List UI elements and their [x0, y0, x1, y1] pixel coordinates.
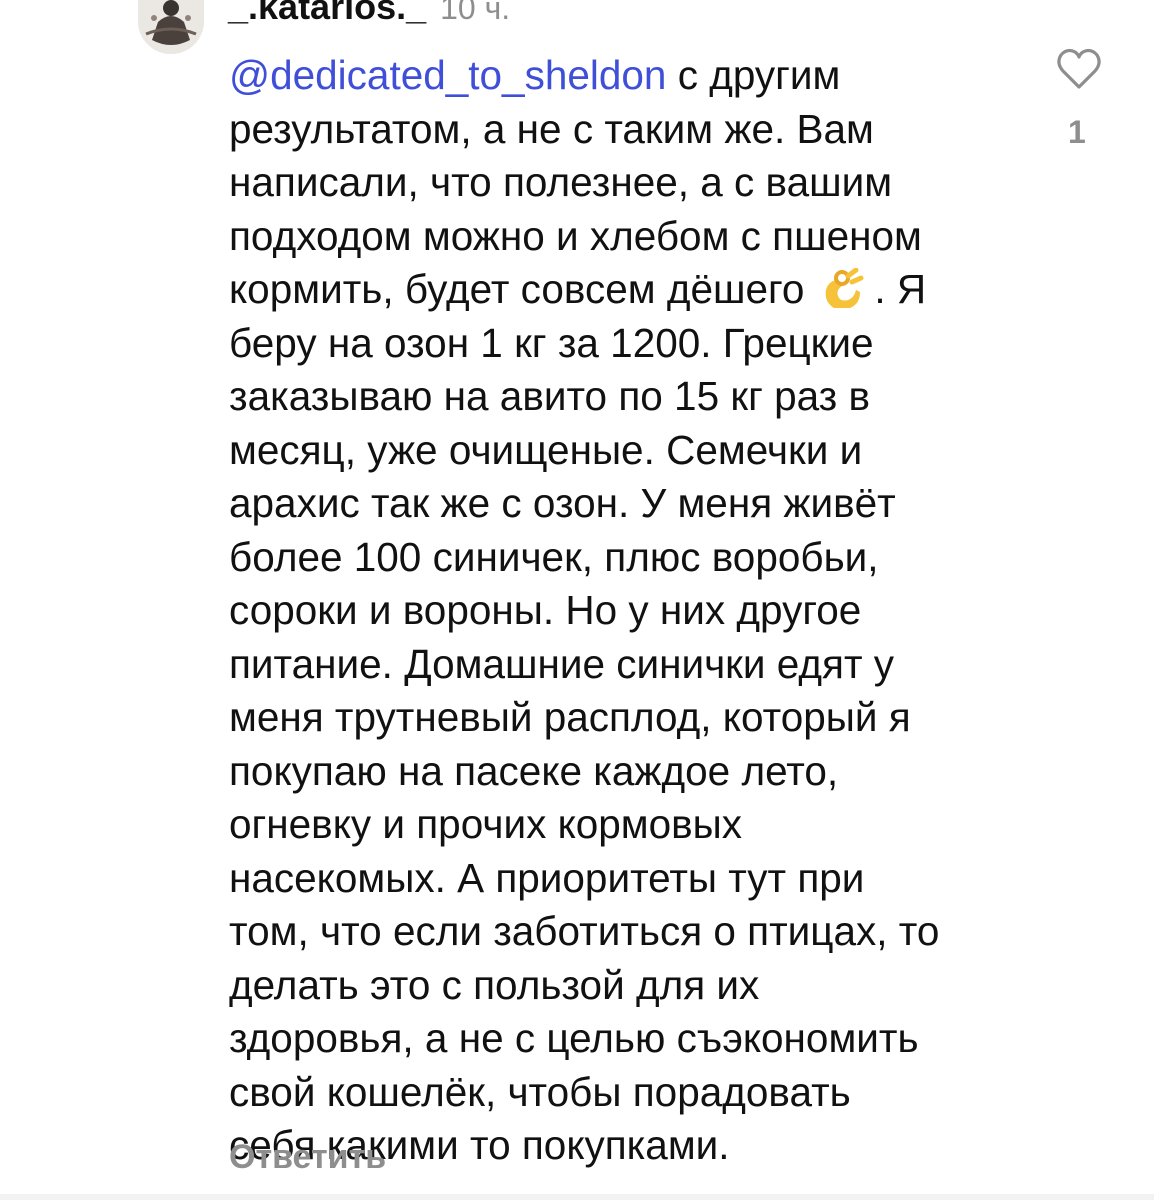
comment-line: более 100 синичек, плюс воробьи,	[229, 533, 879, 580]
comment-line: сороки и вороны. Но у них другое	[229, 587, 862, 633]
comment-line: меня трутневый расплод, который я	[229, 694, 911, 740]
reply-button[interactable]: Ответить	[229, 1138, 386, 1177]
comment-line: огневку и прочих кормовых	[229, 801, 743, 847]
comment-line: арахис так же с озон. У меня живёт	[229, 480, 896, 526]
username-link[interactable]: _.katarios._	[228, 0, 426, 28]
comment-line: насекомых. А приоритеты тут при	[229, 854, 865, 901]
heart-outline-icon	[1057, 48, 1101, 89]
comment-line: результатом, а не с таким же. Вам	[229, 105, 874, 152]
comment-line: свой кошелёк, чтобы порадовать	[229, 1068, 851, 1115]
comment-header: _.katarios._ 10 ч.	[228, 0, 510, 32]
comment-timestamp: 10 ч.	[440, 0, 511, 26]
comment-line: питание. Домашние синички едят у	[229, 640, 895, 687]
comment-line: кормить, будет совсем дёшего. Я	[229, 266, 927, 312]
comment-line: покупаю на пасеке каждое лето,	[229, 747, 839, 794]
comment-line: том, что если заботиться о птицах, то	[229, 908, 940, 954]
comment-line: заказываю на авито по 15 кг раз в	[229, 373, 871, 419]
comment-line: здоровья, а не с целью съэкономить	[229, 1015, 919, 1061]
comment-line: написали, что полезнее, а с вашим	[229, 159, 893, 205]
comment-line: делать это с пользой для их	[229, 961, 760, 1008]
comment-line: @dedicated_to_sheldon с другим	[229, 52, 841, 98]
comment-line: беру на озон 1 кг за 1200. Грецкие	[229, 319, 874, 366]
bottom-divider	[0, 1194, 1154, 1200]
ok-hand-emoji-icon	[820, 268, 864, 312]
comment-text: @dedicated_to_sheldon с другим результат…	[229, 49, 1039, 1173]
like-count: 1	[1068, 114, 1086, 150]
mention-link[interactable]: @dedicated_to_sheldon	[229, 52, 666, 98]
comment-line: месяц, уже очищеные. Семечки и	[229, 426, 863, 473]
like-button[interactable]	[1054, 44, 1104, 94]
comment-line: подходом можно и хлебом с пшеном	[229, 212, 922, 259]
user-avatar[interactable]	[138, 0, 204, 54]
